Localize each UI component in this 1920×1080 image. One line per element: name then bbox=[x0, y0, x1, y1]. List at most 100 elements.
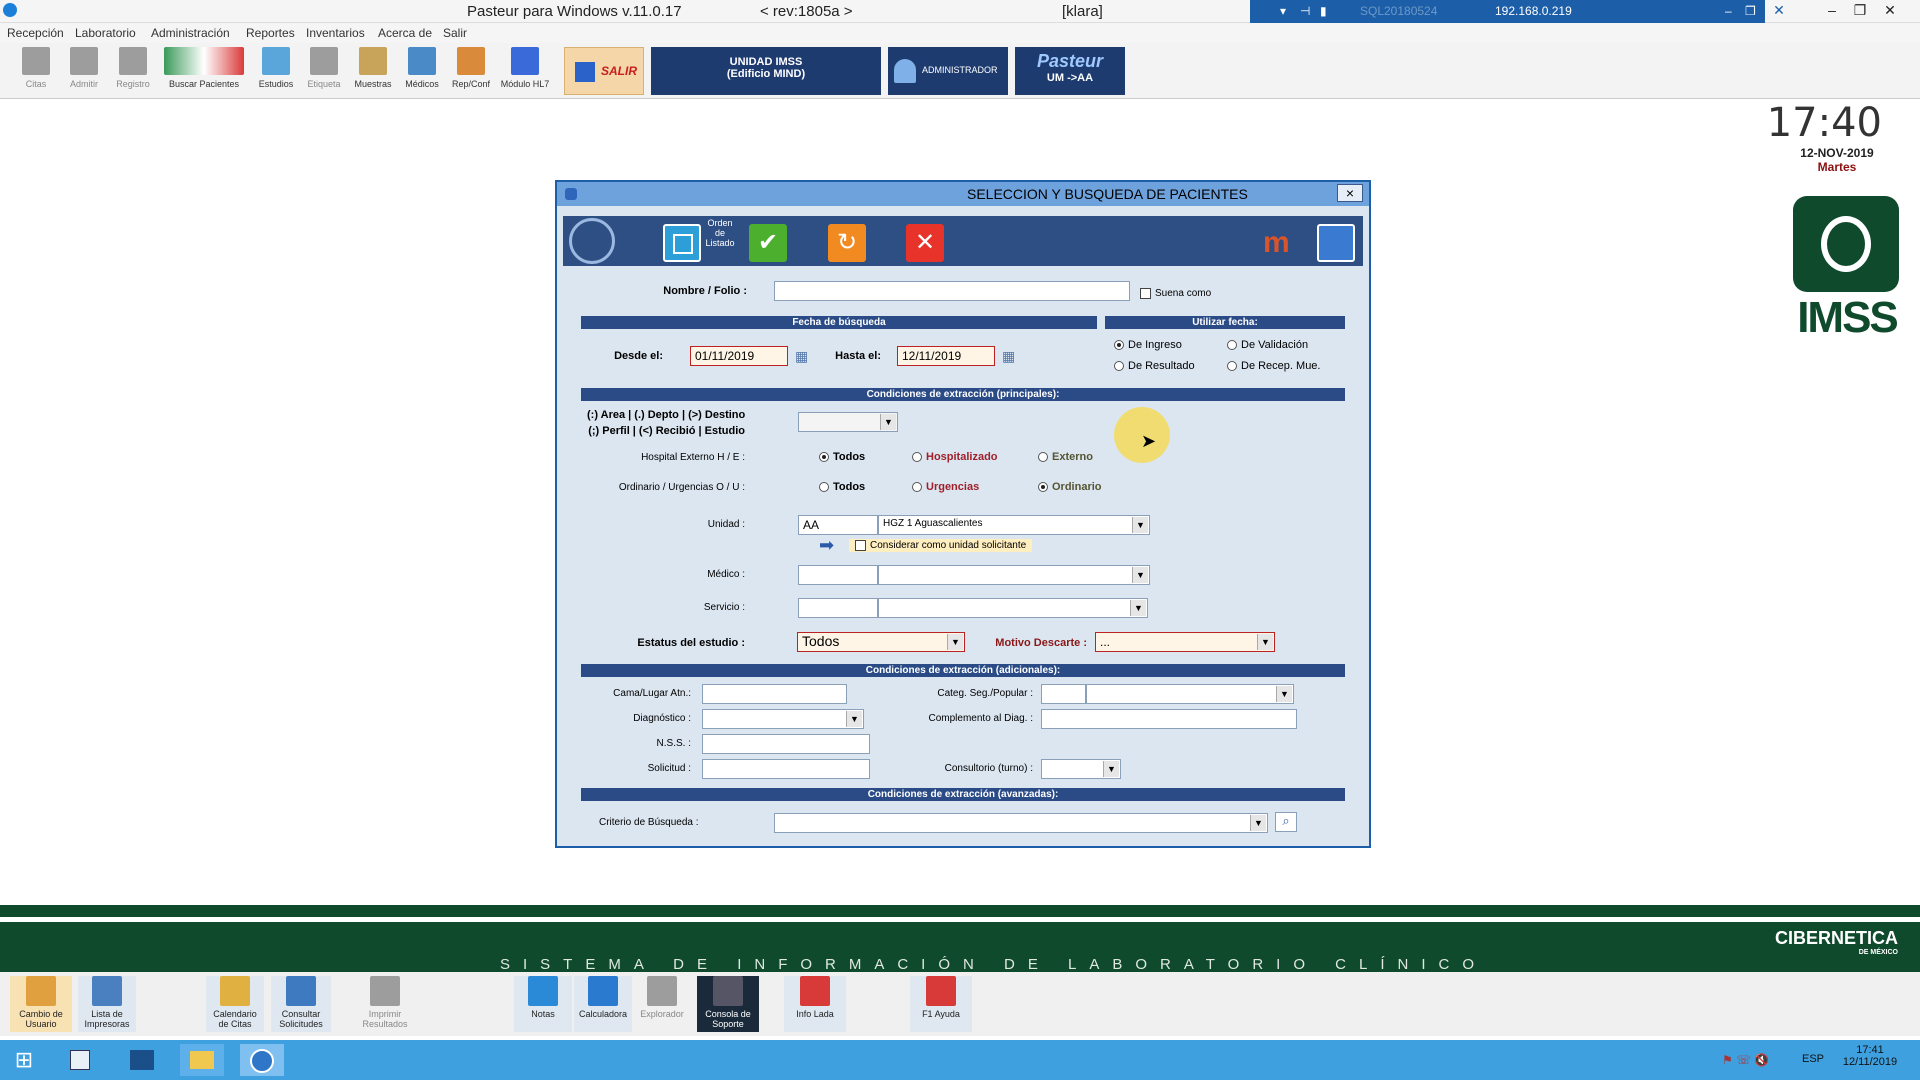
hasta-date-input[interactable]: 12/11/2019 bbox=[897, 346, 995, 366]
remote-minimize-icon[interactable]: – bbox=[1725, 4, 1732, 18]
hasta-calendar-icon[interactable]: ▦ bbox=[1002, 348, 1015, 365]
consola-soporte-button[interactable]: Consola de Soporte bbox=[697, 976, 759, 1032]
imprimir-resultados-button[interactable]: Imprimir Resultados bbox=[352, 976, 418, 1029]
info-lada-button[interactable]: Info Lada bbox=[784, 976, 846, 1032]
medico-select[interactable]: ▼ bbox=[878, 565, 1150, 585]
calculadora-button[interactable]: Calculadora bbox=[574, 976, 632, 1032]
radio-hosp-todos[interactable]: Todos bbox=[819, 451, 865, 463]
modulo-hl7-button[interactable]: Módulo HL7 bbox=[498, 47, 552, 89]
criterio-busqueda-select[interactable]: ▼ bbox=[774, 813, 1268, 833]
servicio-code-input[interactable] bbox=[798, 598, 878, 618]
nss-input[interactable] bbox=[702, 734, 870, 754]
unidad-code-input[interactable]: AA bbox=[798, 515, 878, 535]
notas-button[interactable]: Notas bbox=[514, 976, 572, 1032]
taskbar-clock[interactable]: 17:41 12/11/2019 bbox=[1840, 1044, 1900, 1068]
lista-impresoras-button[interactable]: Lista de Impresoras bbox=[78, 976, 136, 1032]
file-explorer-icon[interactable] bbox=[180, 1044, 224, 1076]
radio-hospitalizado[interactable]: Hospitalizado bbox=[912, 451, 998, 463]
admitir-button[interactable]: Admitir bbox=[64, 47, 104, 89]
orden-listado-button[interactable] bbox=[663, 224, 701, 262]
refresh-button[interactable]: ↻ bbox=[828, 224, 866, 262]
remote-close-icon[interactable]: ✕ bbox=[1765, 2, 1793, 20]
calendario-citas-button[interactable]: Calendario de Citas bbox=[206, 976, 264, 1032]
citas-button[interactable]: Citas bbox=[16, 47, 56, 89]
pin-icon[interactable]: ⊣ bbox=[1300, 4, 1310, 18]
maximize-icon[interactable]: ❐ bbox=[1846, 2, 1874, 20]
muestras-button[interactable]: Muestras bbox=[352, 47, 394, 89]
salir-button[interactable]: SALIR bbox=[564, 47, 644, 95]
desde-date-input[interactable]: 01/11/2019 bbox=[690, 346, 788, 366]
menu-inventarios[interactable]: Inventarios bbox=[306, 26, 365, 40]
radio-de-ingreso[interactable]: De Ingreso bbox=[1114, 339, 1182, 351]
diagnostico-select[interactable]: ▼ bbox=[702, 709, 864, 729]
consultorio-select[interactable]: ▼ bbox=[1041, 759, 1121, 779]
medico-code-input[interactable] bbox=[798, 565, 878, 585]
chevron-down-icon[interactable]: ▼ bbox=[1132, 517, 1148, 533]
chevron-down-icon[interactable]: ▼ bbox=[1130, 600, 1146, 616]
remote-restore-icon[interactable]: ❐ bbox=[1745, 4, 1756, 18]
motivo-descarte-select[interactable]: ... ▼ bbox=[1095, 632, 1275, 652]
chevron-down-icon[interactable]: ▼ bbox=[1103, 761, 1119, 777]
nombre-folio-input[interactable] bbox=[774, 281, 1130, 301]
chevron-down-icon[interactable]: ▾ bbox=[1280, 4, 1286, 18]
categ-code-input[interactable] bbox=[1041, 684, 1086, 704]
windows-start-icon[interactable]: ⊞ bbox=[2, 1044, 46, 1076]
accept-button[interactable]: ✔ bbox=[749, 224, 787, 262]
tray-icons[interactable]: ⚑ ☏ 🔇 bbox=[1722, 1053, 1769, 1067]
menu-recepcion[interactable]: Recepción bbox=[7, 26, 64, 40]
etiqueta-button[interactable]: Etiqueta bbox=[304, 47, 344, 89]
explorer-icon bbox=[647, 976, 677, 1006]
consultar-solicitudes-button[interactable]: Consultar Solicitudes bbox=[271, 976, 331, 1032]
close-icon[interactable]: ✕ bbox=[1876, 2, 1904, 20]
powershell-icon[interactable] bbox=[120, 1044, 164, 1076]
complemento-diag-input[interactable] bbox=[1041, 709, 1297, 729]
chevron-down-icon[interactable]: ▼ bbox=[1250, 815, 1266, 831]
pasteur-taskbar-icon[interactable] bbox=[240, 1044, 284, 1076]
chevron-down-icon[interactable]: ▼ bbox=[1257, 634, 1273, 650]
cambio-usuario-button[interactable]: Cambio de Usuario bbox=[10, 976, 72, 1032]
chevron-down-icon[interactable]: ▼ bbox=[846, 711, 862, 727]
cancel-button[interactable]: ✕ bbox=[906, 224, 944, 262]
medicos-button[interactable]: Médicos bbox=[402, 47, 442, 89]
desde-calendar-icon[interactable]: ▦ bbox=[795, 348, 808, 365]
radio-ordinario[interactable]: Ordinario bbox=[1038, 481, 1102, 493]
rep-conf-button[interactable]: Rep/Conf bbox=[450, 47, 492, 89]
menu-administracion[interactable]: Administración bbox=[151, 26, 230, 40]
menu-salir[interactable]: Salir bbox=[443, 26, 467, 40]
help-button[interactable] bbox=[1317, 224, 1355, 262]
admin-button[interactable]: ADMINISTRADOR bbox=[888, 47, 1008, 95]
minimize-icon[interactable]: – bbox=[1818, 2, 1846, 20]
unidad-select[interactable]: HGZ 1 Aguascalientes ▼ bbox=[878, 515, 1150, 535]
chevron-down-icon[interactable]: ▼ bbox=[1132, 567, 1148, 583]
suena-como-checkbox[interactable]: Suena como bbox=[1140, 288, 1211, 299]
radio-de-recep-mue[interactable]: De Recep. Mue. bbox=[1227, 360, 1320, 372]
radio-de-validacion[interactable]: De Validación bbox=[1227, 339, 1308, 351]
radio-externo[interactable]: Externo bbox=[1038, 451, 1093, 463]
f1-ayuda-button[interactable]: F1 Ayuda bbox=[910, 976, 972, 1032]
menu-laboratorio[interactable]: Laboratorio bbox=[75, 26, 136, 40]
menu-reportes[interactable]: Reportes bbox=[246, 26, 295, 40]
language-indicator[interactable]: ESP bbox=[1802, 1053, 1824, 1065]
dialog-close-button[interactable]: × bbox=[1337, 184, 1363, 202]
radio-de-resultado[interactable]: De Resultado bbox=[1114, 360, 1195, 372]
radio-urgencias[interactable]: Urgencias bbox=[912, 481, 979, 493]
buscar-pacientes-button[interactable]: Buscar Pacientes bbox=[162, 47, 246, 89]
search-icon[interactable]: ⌕ bbox=[1275, 812, 1297, 832]
estudios-button[interactable]: Estudios bbox=[256, 47, 296, 89]
salir-label: SALIR bbox=[601, 64, 637, 78]
servicio-select[interactable]: ▼ bbox=[878, 598, 1148, 618]
solicitud-input[interactable] bbox=[702, 759, 870, 779]
categ-select[interactable]: ▼ bbox=[1086, 684, 1294, 704]
network-app-icon[interactable] bbox=[58, 1044, 102, 1076]
area-select[interactable]: ▼ bbox=[798, 412, 898, 432]
cama-input[interactable] bbox=[702, 684, 847, 704]
chevron-down-icon[interactable]: ▼ bbox=[1276, 686, 1292, 702]
registro-button[interactable]: Registro bbox=[113, 47, 153, 89]
radio-ord-todos[interactable]: Todos bbox=[819, 481, 865, 493]
chevron-down-icon[interactable]: ▼ bbox=[880, 414, 896, 430]
calendar-icon bbox=[220, 976, 250, 1006]
explorador-button[interactable]: Explorador bbox=[634, 976, 690, 1019]
menu-acerca[interactable]: Acerca de bbox=[378, 26, 432, 40]
estatus-estudio-select[interactable]: Todos ▼ bbox=[797, 632, 965, 652]
considerar-unidad-checkbox[interactable]: Considerar como unidad solicitante bbox=[849, 539, 1033, 553]
